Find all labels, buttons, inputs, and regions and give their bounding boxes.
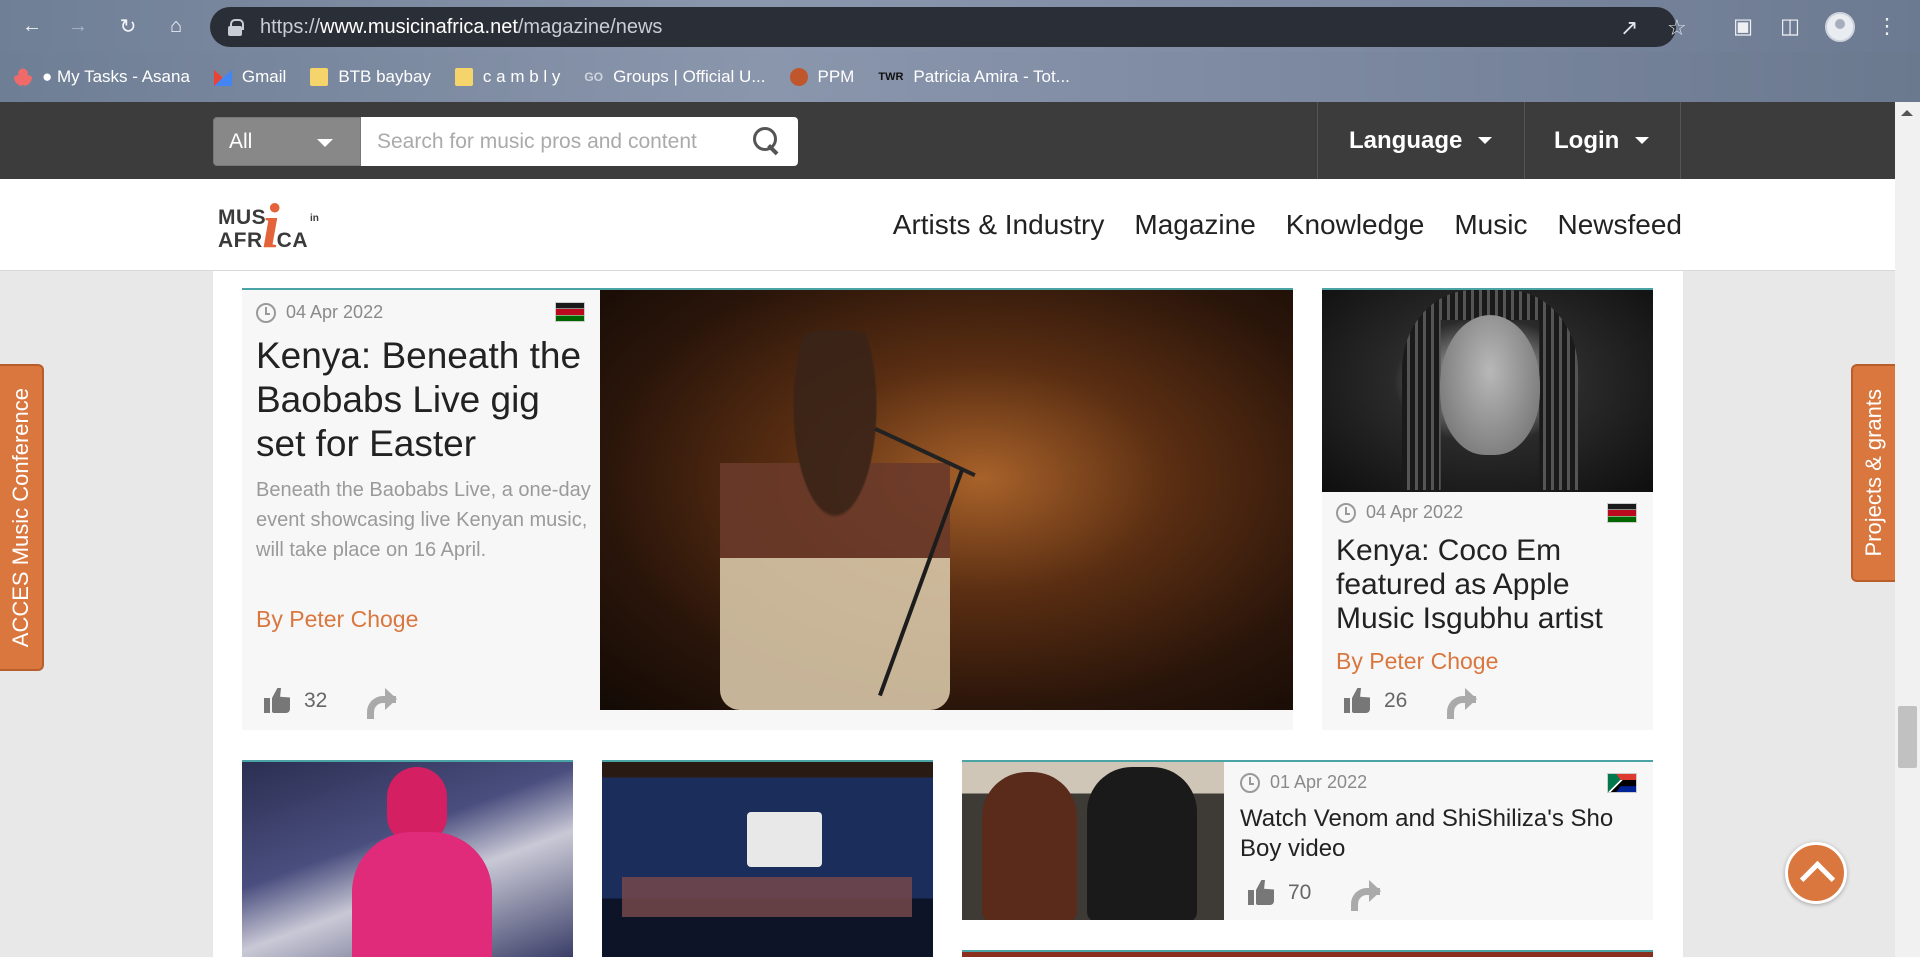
kenya-flag-icon	[555, 302, 585, 322]
url-path: /magazine/news	[517, 15, 663, 38]
article-title[interactable]: Kenya: Beneath the Baobabs Live gig set …	[256, 334, 596, 466]
chevron-down-icon	[317, 139, 333, 147]
divider	[1317, 102, 1318, 179]
projects-grants-tab[interactable]: Projects & grants	[1851, 364, 1895, 582]
home-icon[interactable]: ⌂	[162, 12, 190, 40]
chevron-down-icon	[1478, 137, 1493, 144]
gmail-icon	[213, 69, 232, 86]
featured-article-card[interactable]: 04 Apr 2022 Kenya: Beneath the Baobabs L…	[242, 288, 1293, 730]
scrollbar-thumb[interactable]	[1898, 706, 1917, 768]
share-icon[interactable]	[1351, 880, 1382, 911]
search-scope-select[interactable]: All	[213, 117, 361, 166]
like-count: 26	[1384, 689, 1408, 712]
asana-icon	[14, 68, 32, 86]
like-row: 70	[1248, 880, 1382, 911]
like-count: 70	[1288, 881, 1312, 904]
forward-arrow-icon[interactable]: →	[64, 12, 92, 40]
article-card-venom[interactable]: 01 Apr 2022 Watch Venom and ShiShiliza's…	[962, 760, 1653, 920]
article-byline[interactable]: By Peter Choge	[256, 606, 418, 633]
ppm-icon	[789, 68, 808, 86]
url-host: www.musicinafrica.net	[320, 15, 518, 38]
article-excerpt: Beneath the Baobabs Live, a one-day even…	[256, 479, 591, 561]
article-photo[interactable]	[242, 760, 573, 957]
go-icon: GO	[584, 70, 604, 84]
south-africa-flag-icon	[1607, 773, 1637, 793]
nav-music[interactable]: Music	[1454, 209, 1527, 241]
like-row: 32	[264, 688, 398, 719]
reload-icon[interactable]: ↻	[114, 12, 142, 40]
bookmark-groups[interactable]: GO Groups | Official U...	[584, 67, 765, 87]
clock-icon	[1240, 772, 1260, 793]
clock-icon	[1336, 502, 1356, 523]
back-arrow-icon[interactable]: ←	[18, 12, 46, 40]
browser-toolbar: ← → ↻ ⌂ https://www.musicinafrica.net/ma…	[0, 0, 1920, 52]
article-photo[interactable]	[602, 760, 933, 957]
scroll-up-arrow-icon[interactable]	[1901, 110, 1913, 116]
article-card-coco-em[interactable]: 04 Apr 2022 Kenya: Coco Em featured as A…	[1322, 288, 1653, 730]
article-byline[interactable]: By Peter Choge	[1336, 648, 1498, 675]
address-bar[interactable]: https://www.musicinafrica.net/magazine/n…	[210, 7, 1687, 47]
article-title[interactable]: Watch Venom and ShiShiliza's Sho Boy vid…	[1240, 804, 1640, 864]
url-scheme: https://	[260, 15, 321, 38]
featured-article-photo[interactable]	[600, 290, 1293, 710]
folder-icon	[310, 68, 329, 86]
login-menu[interactable]: Login	[1554, 102, 1650, 179]
nav-artists-industry[interactable]: Artists & Industry	[893, 209, 1105, 241]
page-scrollbar[interactable]	[1895, 102, 1920, 957]
share-page-icon[interactable]: ↗	[1620, 15, 1638, 41]
bookmark-gmail[interactable]: Gmail	[213, 67, 286, 87]
language-menu[interactable]: Language	[1349, 102, 1493, 179]
bookmark-asana[interactable]: ● My Tasks - Asana	[14, 67, 190, 87]
nav-knowledge[interactable]: Knowledge	[1286, 209, 1425, 241]
thumbs-up-icon[interactable]	[1344, 688, 1370, 714]
acces-music-conference-tab[interactable]: ACCES Music Conference	[0, 364, 44, 671]
main-nav: Artists & Industry Magazine Knowledge Mu…	[863, 179, 1682, 271]
like-count: 32	[304, 689, 328, 712]
article-date: 04 Apr 2022	[256, 302, 383, 323]
profile-avatar[interactable]	[1825, 12, 1855, 42]
nav-newsfeed[interactable]: Newsfeed	[1557, 209, 1682, 241]
bookmark-cambly[interactable]: c a m b l y	[454, 67, 560, 87]
thumbs-up-icon[interactable]	[1248, 880, 1274, 906]
side-panel-icon[interactable]: ◫	[1776, 12, 1804, 40]
article-title[interactable]: Kenya: Coco Em featured as Apple Music I…	[1336, 534, 1646, 636]
twr-icon: TWR	[878, 71, 904, 83]
bookmark-ppm[interactable]: PPM	[789, 67, 854, 87]
kenya-flag-icon	[1607, 503, 1637, 523]
nav-magazine[interactable]: Magazine	[1134, 209, 1255, 241]
search-input[interactable]	[361, 117, 798, 166]
browser-menu-icon[interactable]: ⋮	[1873, 12, 1901, 40]
extensions-puzzle-icon[interactable]: ▣	[1729, 12, 1757, 40]
lock-icon	[228, 19, 244, 36]
clock-icon	[256, 302, 276, 323]
article-photo[interactable]	[962, 762, 1224, 920]
like-row: 26	[1344, 688, 1478, 719]
bookmarks-bar: ● My Tasks - Asana Gmail BTB baybay c a …	[0, 52, 1920, 102]
share-icon[interactable]	[367, 688, 398, 719]
bookmark-star-icon[interactable]: ☆	[1667, 15, 1687, 41]
divider	[1680, 102, 1681, 179]
chevron-down-icon	[1635, 137, 1650, 144]
scroll-to-top-button[interactable]	[1785, 842, 1847, 904]
next-article-card[interactable]	[962, 950, 1653, 957]
folder-icon	[454, 68, 473, 86]
divider	[1524, 102, 1525, 179]
article-date: 04 Apr 2022	[1336, 502, 1463, 523]
share-icon[interactable]	[1447, 688, 1478, 719]
article-date: 01 Apr 2022	[1240, 772, 1367, 793]
search-icon[interactable]	[753, 127, 781, 155]
bookmark-btb-baybay[interactable]: BTB baybay	[310, 67, 431, 87]
thumbs-up-icon[interactable]	[264, 688, 290, 714]
music-in-africa-logo[interactable]: MUS i in AFR CA	[218, 186, 322, 264]
article-photo[interactable]	[1322, 290, 1653, 492]
bookmark-patricia-amira[interactable]: TWR Patricia Amira - Tot...	[878, 67, 1070, 87]
